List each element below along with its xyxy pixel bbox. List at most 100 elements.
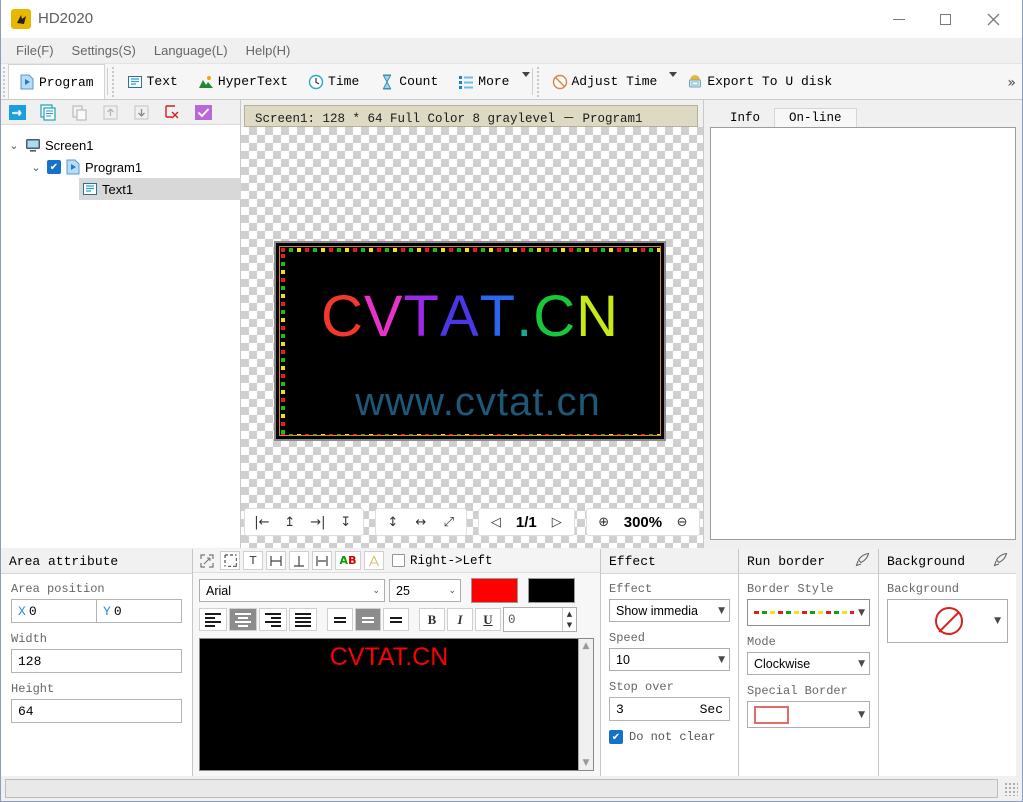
info-textarea[interactable] — [710, 127, 1016, 540]
scroll-up-icon[interactable]: ▲ — [583, 641, 590, 651]
stop-over-input[interactable]: 3 Sec — [609, 697, 730, 721]
underline-button[interactable]: U — [475, 608, 501, 631]
align-middle-h-icon[interactable] — [266, 551, 286, 570]
valign-bottom-button[interactable] — [383, 608, 409, 631]
scroll-down-icon[interactable]: ▼ — [583, 758, 590, 768]
stepper-up-icon[interactable]: ▲ — [563, 608, 576, 620]
font-family-select[interactable]: Arial ⌄ — [199, 579, 385, 602]
align-center-button[interactable] — [229, 608, 257, 631]
ribbon-button-hypertext[interactable]: HyperText — [188, 64, 298, 99]
speed-select[interactable]: 10 ▼ — [609, 648, 730, 671]
confirm-icon[interactable] — [195, 104, 212, 121]
do-not-clear-checkbox[interactable]: ✔ — [609, 730, 623, 744]
align-right-button[interactable] — [259, 608, 287, 631]
stepper-down-icon[interactable]: ▼ — [563, 620, 576, 632]
area-y-input[interactable]: Y 0 — [96, 599, 182, 623]
do-not-clear-row[interactable]: ✔ Do not clear — [609, 730, 730, 744]
align-bottom-icon[interactable] — [289, 551, 309, 570]
run-border-header: Run border — [739, 549, 878, 574]
tree-node-program1[interactable]: ⌄ ✔ Program1 — [1, 156, 240, 178]
expand-area-icon[interactable] — [197, 551, 217, 570]
stretch-horizontal-button[interactable]: ↔ — [410, 511, 432, 533]
ribbon-button-time[interactable]: Time — [298, 64, 369, 99]
more-caret-icon[interactable] — [521, 72, 530, 77]
special-border-select[interactable]: ▼ — [747, 701, 870, 728]
text-editor[interactable]: CVTAT.CN ▲ ▼ — [199, 638, 594, 771]
ribbon-button-count[interactable]: Count — [369, 64, 448, 99]
resize-grip[interactable] — [1004, 781, 1018, 796]
letter-spacing-stepper[interactable]: 0 ▲ ▼ — [503, 607, 577, 632]
ribbon-button-more[interactable]: More — [448, 64, 519, 99]
stop-over-label: Stop over — [609, 680, 674, 694]
align-right-button[interactable]: →| — [307, 511, 329, 533]
area-x-input[interactable]: X 0 — [11, 599, 96, 623]
window-title: HD2020 — [38, 10, 94, 27]
outline-text-icon[interactable] — [364, 551, 384, 570]
mode-select[interactable]: Clockwise ▼ — [747, 652, 870, 675]
background-select[interactable]: ▼ — [887, 599, 1008, 643]
fit-all-button[interactable]: ⤢ — [438, 511, 460, 533]
ribbon-grip-2[interactable] — [109, 66, 117, 97]
maximize-icon — [939, 13, 951, 25]
background-color-swatch[interactable] — [528, 578, 575, 603]
select-area-icon[interactable] — [220, 551, 240, 570]
tree-label-text1: Text1 — [102, 181, 134, 197]
usb-export-icon — [687, 74, 703, 90]
valign-middle-button[interactable] — [355, 608, 381, 631]
colorful-text-icon[interactable]: AB — [335, 551, 361, 570]
chevron-down-icon[interactable]: ⌄ — [29, 161, 43, 174]
align-top-button[interactable]: ↥ — [279, 511, 301, 533]
height-input[interactable]: 64 — [11, 699, 182, 723]
menu-item-language[interactable]: Language(L) — [145, 40, 237, 61]
adjust-time-caret-icon[interactable] — [669, 72, 678, 77]
italic-button[interactable]: I — [447, 608, 473, 631]
valign-top-button[interactable] — [327, 608, 353, 631]
ribbon-grip-3[interactable] — [534, 66, 542, 97]
stretch-vertical-button[interactable]: ↕ — [382, 511, 404, 533]
direction-checkbox[interactable] — [392, 554, 405, 567]
ribbon-button-program[interactable]: Program — [8, 64, 105, 99]
effect-select[interactable]: Show immedia ▼ — [609, 599, 730, 622]
text-editor-content[interactable]: CVTAT.CN — [200, 639, 578, 770]
align-bottom-button[interactable]: ↧ — [335, 511, 357, 533]
copy-program-icon[interactable] — [40, 103, 57, 121]
menu-item-help[interactable]: Help(H) — [237, 40, 300, 61]
ribbon-label-time: Time — [328, 74, 360, 89]
zoom-in-button[interactable]: ⊕ — [593, 511, 615, 533]
chevron-down-icon[interactable]: ⌄ — [7, 139, 21, 152]
bold-button[interactable]: B — [419, 608, 445, 631]
menu-item-settings[interactable]: Settings(S) — [63, 40, 145, 61]
ribbon-button-export-usb[interactable]: Export To U disk — [677, 64, 842, 99]
tab-online[interactable]: On-line — [774, 108, 857, 127]
ribbon-overflow-button[interactable]: » — [1007, 75, 1016, 91]
ribbon-button-text[interactable]: Text — [117, 64, 188, 99]
preview-canvas[interactable]: CVTAT.CN www.cvtat.cn |← ↥ →| ↧ ↕ ↔ ⤢ ◁ … — [241, 127, 703, 548]
zoom-out-button[interactable]: ⊖ — [671, 511, 693, 533]
delete-icon[interactable] — [164, 104, 181, 121]
ribbon-button-adjust-time[interactable]: Adjust Time — [542, 64, 668, 99]
tab-info[interactable]: Info — [716, 109, 775, 127]
ribbon-grip-1[interactable] — [1, 66, 8, 97]
tree-node-screen1[interactable]: ⌄ Screen1 — [1, 134, 240, 156]
maximize-button[interactable] — [922, 0, 968, 38]
text-tool-icon[interactable]: T — [243, 551, 263, 570]
font-size-select[interactable]: 25 ⌄ — [389, 579, 461, 602]
page-next-button[interactable]: ▷ — [546, 511, 568, 533]
text-editor-scrollbar[interactable]: ▲ ▼ — [578, 639, 593, 770]
align-left-button[interactable] — [199, 608, 227, 631]
menu-item-file[interactable]: File(F) — [7, 40, 63, 61]
tree-checkbox-program1[interactable]: ✔ — [47, 160, 61, 174]
border-style-select[interactable]: ▼ — [747, 599, 870, 626]
send-icon[interactable] — [9, 104, 26, 121]
close-button[interactable] — [970, 0, 1016, 38]
align-justify-button[interactable] — [289, 608, 317, 631]
tree-toolbar — [1, 100, 240, 125]
width-input[interactable]: 128 — [11, 649, 182, 673]
align-left-button[interactable]: |← — [251, 511, 273, 533]
led-display[interactable]: CVTAT.CN www.cvtat.cn — [274, 241, 666, 441]
page-prev-button[interactable]: ◁ — [485, 511, 507, 533]
align-center-icon[interactable] — [312, 551, 332, 570]
foreground-color-swatch[interactable] — [471, 578, 518, 603]
minimize-button[interactable] — [876, 0, 922, 38]
stepper-buttons[interactable]: ▲ ▼ — [562, 608, 576, 631]
